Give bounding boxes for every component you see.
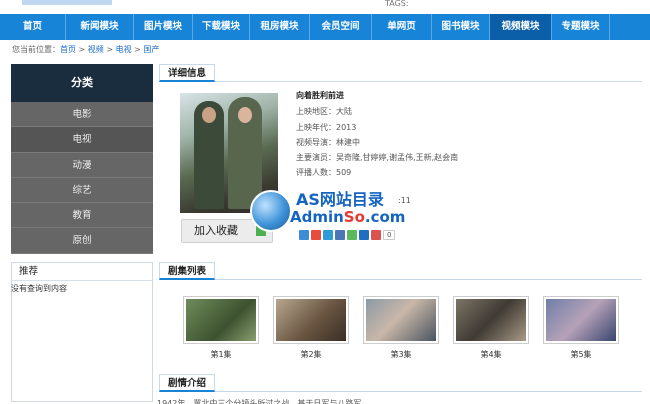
episodes-section-title: 剧集列表 [159,262,216,280]
poster-face [202,107,216,123]
field-director: 视频导演：林建中 [296,137,360,148]
sidebar-item-anime[interactable]: 动漫 [11,152,153,178]
episode-image [366,299,436,341]
field-label: 视频导演： [296,138,336,147]
top-strip: TAGS: [0,0,650,14]
watermark-line2: AdminSo.com [290,208,405,226]
sidebar-heading: 分类 [11,64,153,102]
breadcrumb-domestic[interactable]: 国产 [143,45,159,54]
site-logo[interactable] [22,0,112,5]
breadcrumb-video[interactable]: 视频 [88,45,104,54]
video-title: 向着胜利前进 [296,91,344,100]
sidebar-item-education[interactable]: 教育 [11,203,153,229]
episode-thumbnail[interactable] [183,296,259,344]
watermark-so: So [343,208,365,226]
episode-image [546,299,616,341]
recommend-box: 推荐 没有查询到内容 [11,262,153,402]
synopsis-text: 1942年，冀北中三个分镜头所过之战，基于日军与八路军…… [157,399,378,404]
nav-item-members[interactable]: 会员空间 [310,14,372,40]
field-label: 主要演员： [296,153,336,162]
nav-item-single-page[interactable]: 单网页 [372,14,432,40]
breadcrumb-separator: > [76,45,88,54]
episode-label[interactable]: 第4集 [453,349,529,360]
episode-image [456,299,526,341]
episode-thumbnail[interactable] [453,296,529,344]
episodes-section-header: 剧集列表 [159,262,642,280]
nav-item-topics[interactable]: 专题模块 [552,14,610,40]
nav-item-books[interactable]: 图书模块 [432,14,490,40]
recommend-title: 推荐 [12,263,152,281]
nav-item-video[interactable]: 视频模块 [490,14,552,40]
field-value: 509 [336,168,352,177]
breadcrumb-tv[interactable]: 电视 [116,45,132,54]
breadcrumb-prefix: 您当前位置： [12,45,60,54]
episode-label[interactable]: 第3集 [363,349,439,360]
field-year: 上映年代：2013 [296,122,356,133]
field-label: 评播人数： [296,168,336,177]
nav-item-rental[interactable]: 租房模块 [250,14,310,40]
nav-item-downloads[interactable]: 下载模块 [193,14,250,40]
nav-item-home[interactable]: 首页 [0,14,66,40]
detail-section-title: 详细信息 [159,64,216,82]
category-sidebar: 分类 电影 电视 动漫 综艺 教育 原创 [11,64,153,254]
synopsis-section-header: 剧情介绍 [159,374,642,392]
episode-thumbnail[interactable] [273,296,349,344]
episode-image [276,299,346,341]
breadcrumb-separator: > [103,45,116,54]
watermark-line1: AS网站目录 [296,190,384,209]
field-value: 林建中 [336,138,360,147]
episode-label[interactable]: 第1集 [183,349,259,360]
detail-section-header: 详细信息 [159,64,642,82]
tags-label: TAGS: [385,0,409,8]
field-value: 大陆 [336,107,352,116]
field-value: 吴奇隆,甘婷婷,谢孟伟,王新,赵会南 [336,153,459,162]
field-label: 上映年代： [296,123,336,132]
nav-item-pictures[interactable]: 图片模块 [134,14,193,40]
sidebar-item-original[interactable]: 原创 [11,228,153,254]
synopsis-section-title: 剧情介绍 [159,374,216,392]
watermark-admin: Admin [290,208,344,226]
episode-thumbnail[interactable] [363,296,439,344]
globe-icon [250,190,292,232]
watermark-logo: AS网站目录 AdminSo.com :11 [250,182,411,242]
sidebar-item-variety[interactable]: 综艺 [11,177,153,204]
sidebar-item-movie[interactable]: 电影 [11,102,153,128]
episode-image [186,299,256,341]
main-nav: 首页 新闻模块 图片模块 下载模块 租房模块 会员空间 单网页 图书模块 视频模… [0,14,650,40]
sidebar-item-tv[interactable]: 电视 [11,127,153,153]
breadcrumb: 您当前位置：首页 > 视频 > 电视 > 国产 [12,44,159,55]
update-suffix: :11 [398,196,411,205]
nav-item-news[interactable]: 新闻模块 [66,14,134,40]
breadcrumb-home[interactable]: 首页 [60,45,76,54]
field-views: 评播人数：509 [296,167,351,178]
add-favorite-label: 加入收藏 [194,224,238,237]
field-value: 2013 [336,123,357,132]
field-region: 上映地区：大陆 [296,106,352,117]
watermark-com: .com [364,208,406,226]
recommend-empty-text: 没有查询到内容 [11,284,67,293]
field-label: 上映地区： [296,107,336,116]
episode-thumbnail[interactable] [543,296,619,344]
breadcrumb-separator: > [131,45,144,54]
episode-label[interactable]: 第5集 [543,349,619,360]
poster-face [238,107,252,123]
episode-label[interactable]: 第2集 [273,349,349,360]
field-actors: 主要演员：吴奇隆,甘婷婷,谢孟伟,王新,赵会南 [296,152,458,163]
